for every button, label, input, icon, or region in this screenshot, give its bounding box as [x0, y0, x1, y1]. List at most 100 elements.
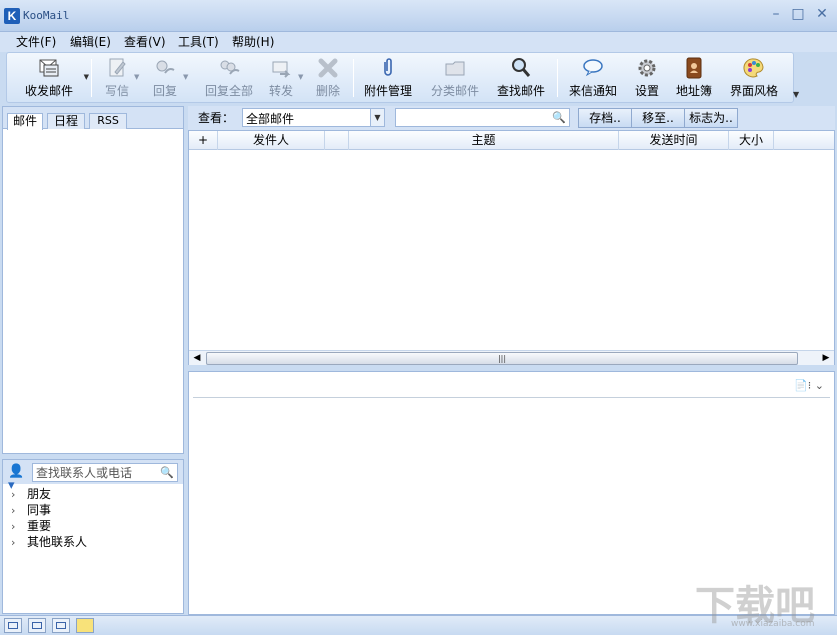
close-button[interactable]: ✕ — [812, 6, 832, 26]
move-to-button[interactable]: 移至.. — [631, 108, 685, 128]
watermark-logo: 下载吧 www.xiazaiba.com — [695, 573, 835, 633]
reply-dropdown-icon[interactable]: ▼ — [183, 73, 188, 81]
column-sender[interactable]: 发件人 — [218, 131, 325, 150]
contact-group-colleagues[interactable]: › 同事 — [11, 502, 51, 518]
settings-label: 设置 — [634, 84, 659, 98]
menu-view[interactable]: 查看(V) — [124, 33, 166, 51]
menu-file[interactable]: 文件(F) — [16, 33, 56, 51]
reply-all-label: 回复全部 — [204, 84, 253, 98]
mail-search-input[interactable]: 🔍 — [395, 108, 570, 127]
tab-mail[interactable]: 邮件 — [7, 113, 43, 130]
attachments-button[interactable]: 附件管理 — [359, 53, 417, 103]
compose-label: 写信 — [104, 84, 129, 98]
menu-bar: 文件(F) 编辑(E) 查看(V) 工具(T) 帮助(H) — [0, 32, 837, 52]
send-receive-icon — [39, 59, 59, 77]
contact-person-icon[interactable]: 👤▾ — [8, 465, 28, 493]
search-icon[interactable]: 🔍 — [552, 111, 566, 124]
menu-edit[interactable]: 编辑(E) — [70, 33, 111, 51]
preview-header: 📄⁝ ⌄ — [193, 376, 830, 398]
toolbar-overflow-icon[interactable]: ▼ — [793, 90, 799, 99]
column-flag[interactable] — [325, 131, 349, 150]
scroll-left-icon[interactable]: ◀ — [189, 352, 205, 365]
view-label: 查看： — [198, 111, 235, 125]
horizontal-scrollbar[interactable]: ◀ ||| ▶ — [189, 350, 834, 365]
classify-button[interactable]: 分类邮件 — [425, 53, 485, 103]
delete-icon — [318, 58, 338, 78]
menu-tools[interactable]: 工具(T) — [178, 33, 219, 51]
flag-as-button[interactable]: 标志为.. — [684, 108, 738, 128]
reply-label: 回复 — [152, 84, 177, 98]
view-filter-bar: 查看： 全部邮件 ▼ 🔍 存档.. 移至.. 标志为.. — [188, 106, 835, 130]
watermark-url: www.xiazaiba.com — [731, 619, 815, 629]
send-receive-button[interactable]: 收发邮件 ▼ — [13, 53, 89, 103]
chevron-right-icon: › — [11, 488, 16, 501]
speech-bubble-icon — [583, 59, 603, 77]
address-book-button[interactable]: 地址簿 — [671, 53, 717, 103]
chevron-right-icon: › — [11, 520, 16, 533]
find-mail-label: 查找邮件 — [496, 84, 545, 98]
paperclip-icon — [384, 58, 392, 76]
settings-button[interactable]: 设置 — [627, 53, 667, 103]
folder-select-value: 全部邮件 — [246, 112, 295, 126]
layout-list-icon[interactable] — [4, 618, 22, 633]
toolbar-divider — [557, 59, 558, 97]
tab-rss[interactable]: RSS — [89, 113, 127, 129]
contact-group-label: 朋友 — [27, 487, 52, 501]
contact-group-friends[interactable]: › 朋友 — [11, 486, 51, 502]
chevron-down-icon[interactable]: ▼ — [84, 73, 89, 81]
column-size[interactable]: 大小 — [729, 131, 774, 150]
menu-help[interactable]: 帮助(H) — [232, 33, 274, 51]
compose-icon — [109, 58, 126, 77]
reply-all-button[interactable]: 回复全部 — [197, 53, 261, 103]
scroll-right-icon[interactable]: ▶ — [818, 352, 834, 365]
mail-notify-button[interactable]: 来信通知 — [563, 53, 623, 103]
forward-dropdown-icon[interactable]: ▼ — [298, 73, 303, 81]
compose-dropdown-icon[interactable]: ▼ — [134, 73, 139, 81]
contacts-pane: 👤▾ 🔍 › 朋友 › 同事 › 重要 › 其他联系人 — [2, 459, 184, 614]
contact-group-label: 重要 — [27, 519, 52, 533]
skin-style-button[interactable]: 界面风格 — [725, 53, 783, 103]
contact-search-input[interactable] — [36, 464, 156, 481]
tab-calendar[interactable]: 日程 — [47, 113, 85, 129]
app-logo-icon: K — [4, 8, 20, 24]
maximize-button[interactable]: □ — [788, 6, 808, 26]
contact-group-label: 其他联系人 — [27, 535, 88, 549]
delete-label: 删除 — [315, 84, 340, 98]
forward-button[interactable]: 转发 — [261, 53, 301, 103]
reply-button[interactable]: 回复 — [145, 53, 185, 103]
column-subject[interactable]: 主题 — [349, 131, 619, 150]
mail-notify-label: 来信通知 — [568, 84, 617, 98]
mail-list-header: + 发件人 主题 发送时间 大小 — [189, 131, 834, 150]
address-book-icon — [686, 57, 702, 79]
chevron-right-icon: › — [11, 536, 16, 549]
skin-style-label: 界面风格 — [729, 84, 778, 98]
column-expand[interactable]: + — [189, 131, 218, 150]
column-sent-time[interactable]: 发送时间 — [619, 131, 729, 150]
contact-group-important[interactable]: › 重要 — [11, 518, 51, 534]
scrollbar-thumb[interactable]: ||| — [206, 352, 798, 365]
preview-options-icon[interactable]: 📄⁝ ⌄ — [794, 379, 824, 392]
minimize-button[interactable]: – — [766, 6, 786, 26]
folder-select[interactable]: 全部邮件 ▼ — [242, 108, 385, 127]
chevron-right-icon: › — [11, 504, 16, 517]
contacts-header: 👤▾ 🔍 — [3, 460, 183, 493]
forward-label: 转发 — [268, 84, 293, 98]
delete-button[interactable]: 删除 — [308, 53, 348, 103]
reply-icon — [156, 60, 175, 74]
gear-icon — [638, 59, 656, 77]
search-icon[interactable]: 🔍 — [160, 466, 174, 479]
compose-button[interactable]: 写信 — [97, 53, 137, 103]
archive-button[interactable]: 存档.. — [578, 108, 632, 128]
title-bar: K KooMail – □ ✕ — [0, 0, 837, 32]
layout-vertical-icon[interactable] — [28, 618, 46, 633]
search-icon — [512, 58, 531, 77]
toolbar: 收发邮件 ▼ 写信 ▼ 回复 ▼ 回复全部 转发 ▼ 删除 附件管理 分类邮件 … — [6, 52, 794, 103]
find-mail-button[interactable]: 查找邮件 — [491, 53, 551, 103]
layout-horizontal-icon[interactable] — [52, 618, 70, 633]
window-title: KooMail — [23, 9, 70, 22]
chevron-down-icon[interactable]: ▼ — [370, 109, 384, 126]
contact-group-other[interactable]: › 其他联系人 — [11, 534, 87, 550]
mail-list: + 发件人 主题 发送时间 大小 ◀ ||| ▶ — [188, 130, 835, 365]
note-icon[interactable] — [76, 618, 94, 633]
contact-group-label: 同事 — [27, 503, 52, 517]
